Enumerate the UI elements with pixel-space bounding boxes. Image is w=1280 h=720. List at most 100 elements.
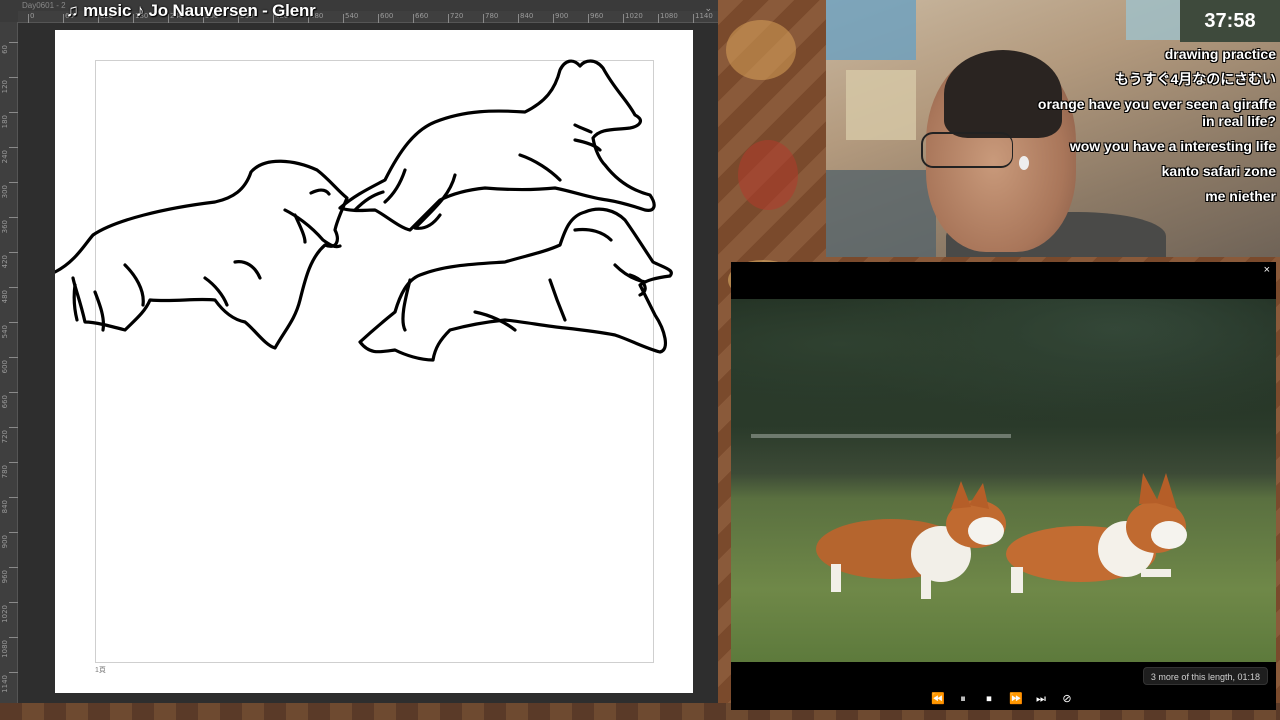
ruler-tick <box>378 14 379 23</box>
now-playing-overlay: ♫ music ♪ Jo Nauversen - Glenr <box>66 1 316 20</box>
ruler-label: 900 <box>555 12 569 20</box>
ruler-label: 60 <box>1 45 9 54</box>
hide-icon[interactable]: ⊘ <box>1061 693 1073 705</box>
ruler-tick <box>9 147 18 148</box>
rewind-icon[interactable]: ⏪ <box>931 693 945 705</box>
stop-icon[interactable]: ⏹ <box>983 693 995 705</box>
drawing-app-window: Day0601 - 2 ⌄ 0 60 120 180 240 300 360 420 480 54… <box>0 0 718 720</box>
background-decoration <box>738 140 798 210</box>
background-trees <box>731 299 1276 449</box>
background-decoration <box>726 20 796 80</box>
ruler-label: 1020 <box>1 605 9 623</box>
ruler-label: 720 <box>1 430 9 444</box>
desk-shelf <box>826 170 936 257</box>
ruler-label: 240 <box>1 150 9 164</box>
ruler-label: 600 <box>380 12 394 20</box>
ruler-tick <box>518 14 519 23</box>
pause-icon[interactable]: ⏸ <box>957 693 969 705</box>
ruler-label: 1140 <box>1 675 9 693</box>
ruler-label: 660 <box>415 12 429 20</box>
ruler-label: 840 <box>520 12 534 20</box>
ruler-tick <box>658 14 659 23</box>
page-number-label: 1頁 <box>95 667 106 674</box>
ruler-tick <box>9 182 18 183</box>
sketch-dog-left <box>55 159 349 350</box>
drawing-canvas[interactable]: 1頁 <box>55 30 693 693</box>
ruler-tick <box>9 672 18 673</box>
ruler-label: 1020 <box>625 12 643 20</box>
ruler-tick <box>9 427 18 428</box>
ruler-tick <box>588 14 589 23</box>
document-tab[interactable]: Day0601 - 2 <box>22 1 66 10</box>
chat-message: kanto safari zone <box>1161 163 1276 179</box>
glasses <box>921 132 1013 168</box>
ruler-tick <box>63 14 64 23</box>
wall-poster <box>826 0 916 60</box>
ruler-label: 300 <box>1 185 9 199</box>
ruler-tick <box>9 462 18 463</box>
ruler-label: 660 <box>1 395 9 409</box>
more-info-badge[interactable]: 3 more of this length, 01:18 <box>1142 667 1268 685</box>
ruler-label: 960 <box>590 12 604 20</box>
video-frame-running-corgis <box>731 299 1276 662</box>
ruler-tick <box>623 14 624 23</box>
chat-message: me niether <box>1205 188 1276 204</box>
chat-message: wow you have a interesting life <box>1069 138 1276 154</box>
fast-forward-icon[interactable]: ⏩ <box>1009 693 1023 705</box>
chat-message: もうすぐ4月なのにさむい <box>1114 71 1276 87</box>
ruler-tick <box>9 322 18 323</box>
ruler-tick <box>9 532 18 533</box>
close-icon[interactable]: × <box>1264 264 1270 276</box>
ruler-tick <box>9 357 18 358</box>
ruler-label: 180 <box>1 115 9 129</box>
ruler-label: 780 <box>1 465 9 479</box>
corgi-right <box>1006 473 1187 593</box>
ruler-label: 1140 <box>695 12 713 20</box>
ruler-label: 600 <box>1 360 9 374</box>
ruler-tick <box>693 14 694 23</box>
ruler-tick <box>9 392 18 393</box>
ruler-tick <box>413 14 414 23</box>
background-fence <box>751 434 1011 438</box>
corgi-sketch-drawing <box>55 59 673 362</box>
ruler-tick <box>28 14 29 23</box>
ruler-tick <box>9 497 18 498</box>
sketch-dog-middle <box>338 59 656 232</box>
screen: Day0601 - 2 ⌄ 0 60 120 180 240 300 360 420 480 54… <box>0 0 1280 720</box>
ruler-tick <box>553 14 554 23</box>
ruler-label: 1080 <box>1 640 9 658</box>
ruler-label: 540 <box>345 12 359 20</box>
ruler-label: 960 <box>1 570 9 584</box>
corgis-image <box>816 473 1187 599</box>
ruler-tick <box>9 637 18 638</box>
skip-next-icon[interactable]: ⏭ <box>1035 693 1047 705</box>
ruler-label: 420 <box>1 255 9 269</box>
ruler-tick <box>483 14 484 23</box>
chat-message: drawing practice <box>1164 46 1276 62</box>
ruler-label: 120 <box>1 80 9 94</box>
ruler-label: 360 <box>1 220 9 234</box>
ruler-label: 720 <box>450 12 464 20</box>
ruler-tick <box>9 77 18 78</box>
corgi-left <box>816 481 1006 599</box>
ruler-label: 480 <box>1 290 9 304</box>
vertical-ruler: 60 120 180 240 300 360 420 480 540 600 660 720 780 84… <box>0 22 18 712</box>
ruler-tick <box>9 42 18 43</box>
ruler-label: 1080 <box>660 12 678 20</box>
ruler-label: 900 <box>1 535 9 549</box>
ruler-label: 780 <box>485 12 499 20</box>
ruler-tick <box>9 252 18 253</box>
ruler-tick <box>9 602 18 603</box>
ruler-tick <box>9 112 18 113</box>
ruler-label: 540 <box>1 325 9 339</box>
stream-timer: 37:58 <box>1180 0 1280 42</box>
chat-message: orange have you ever seen a giraffe in r… <box>1037 96 1276 129</box>
player-controls: ⏪ ⏸ ⏹ ⏩ ⏭ ⊘ <box>931 688 1073 710</box>
ruler-tick <box>9 567 18 568</box>
ruler-tick <box>448 14 449 23</box>
ruler-label: 0 <box>30 12 35 20</box>
reference-video-player[interactable]: × 3 more of this length, 01:18 ⏪ ⏸ ⏹ ⏩ ⏭… <box>731 262 1276 710</box>
ruler-tick <box>343 14 344 23</box>
sketch-dog-right <box>358 207 673 362</box>
chat-overlay: drawing practice もうすぐ4月なのにさむい orange have … <box>1036 46 1276 213</box>
